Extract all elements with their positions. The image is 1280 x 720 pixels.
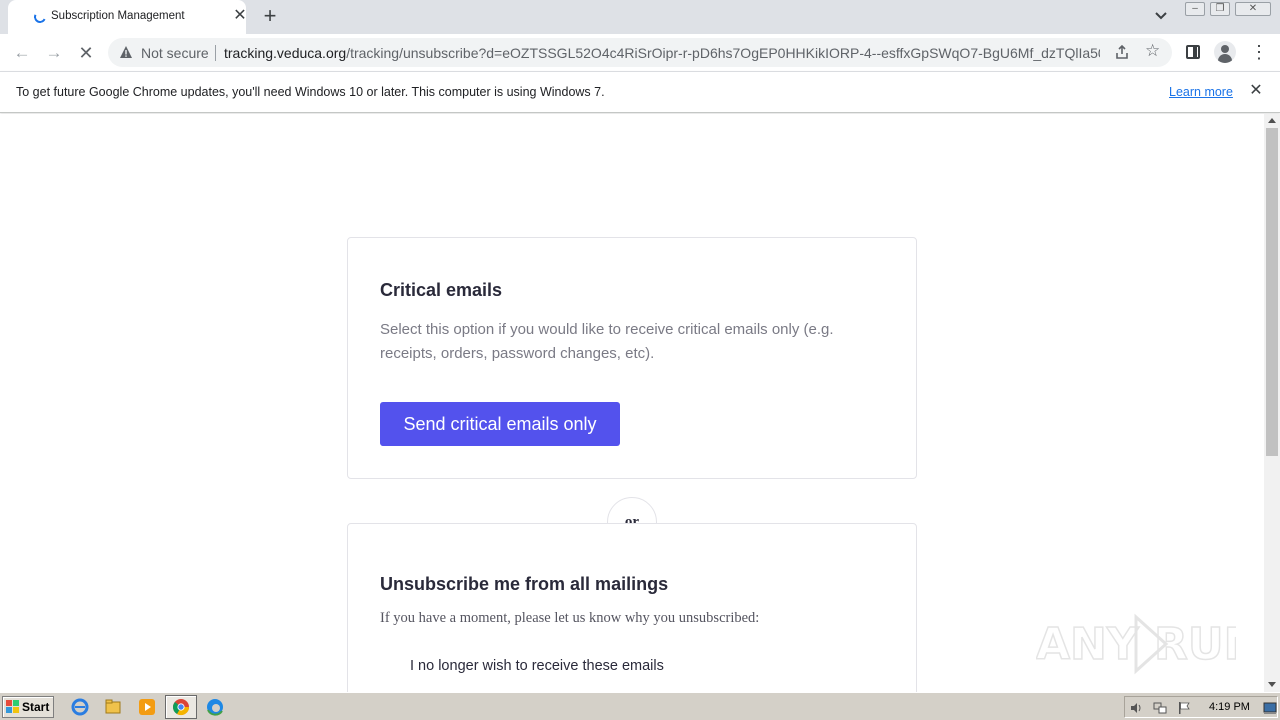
send-critical-emails-button[interactable]: Send critical emails only — [380, 402, 620, 446]
anyrun-watermark-logo: ANY RUN — [1036, 613, 1236, 675]
unsubscribe-prompt: If you have a moment, please let us know… — [380, 610, 760, 626]
critical-emails-card: Critical emails Select this option if yo… — [347, 237, 917, 479]
file-explorer-icon[interactable] — [104, 698, 122, 716]
kebab-menu-icon[interactable]: ⋮ — [1250, 41, 1268, 63]
system-tray: 4:19 PM — [1124, 696, 1278, 718]
scroll-down-arrow-icon[interactable] — [1268, 682, 1276, 687]
page-viewport: Critical emails Select this option if yo… — [0, 114, 1264, 692]
start-label: Start — [22, 700, 50, 714]
learn-more-link[interactable]: Learn more — [1169, 85, 1233, 99]
share-icon[interactable] — [1114, 44, 1130, 60]
security-status-label[interactable]: Not secure — [141, 45, 209, 61]
start-button[interactable]: Start — [2, 696, 54, 718]
back-arrow-icon[interactable]: ← — [11, 42, 33, 64]
chrome-icon — [172, 699, 190, 716]
media-player-icon[interactable] — [138, 698, 156, 716]
unsubscribe-card: Unsubscribe me from all mailings If you … — [347, 523, 917, 692]
svg-text:ANY: ANY — [1036, 619, 1140, 670]
infobar-close-icon[interactable]: ✕ — [1247, 81, 1265, 101]
unsubscribe-title: Unsubscribe me from all mailings — [380, 574, 669, 594]
speaker-icon[interactable] — [1129, 701, 1143, 715]
network-icon[interactable] — [1153, 701, 1167, 715]
window-close-button[interactable]: ✕ — [1235, 2, 1271, 16]
internet-explorer-icon[interactable] — [71, 698, 89, 716]
tab-search-chevron-icon[interactable] — [1151, 6, 1171, 26]
loading-spinner-icon — [32, 9, 48, 25]
bookmark-star-icon[interactable]: ☆ — [1145, 41, 1160, 61]
windows-taskbar: Start 4:19 PM — [0, 692, 1280, 720]
chrome-taskbar-button[interactable] — [165, 695, 197, 719]
url-path: /tracking/unsubscribe?d=eOZTSSGL52O4c4Ri… — [346, 45, 1100, 61]
warning-triangle-icon[interactable] — [119, 45, 133, 59]
new-tab-icon[interactable]: + — [260, 5, 280, 27]
windows-logo-icon — [6, 700, 19, 713]
svg-text:RUN: RUN — [1154, 619, 1236, 670]
taskbar-clock[interactable]: 4:19 PM — [1209, 701, 1250, 713]
show-desktop-icon[interactable] — [1263, 701, 1277, 715]
window-restore-button[interactable]: ❐ — [1210, 2, 1230, 16]
scrollbar-thumb[interactable] — [1266, 128, 1278, 456]
browser-toolbar: ← → ✕ Not secure tracking.veduca.org/tra… — [0, 34, 1280, 71]
profile-avatar-icon[interactable] — [1214, 41, 1236, 63]
update-infobar: To get future Google Chrome updates, you… — [0, 71, 1280, 113]
browser-tab[interactable]: Subscription Management ✕ — [8, 0, 248, 34]
critical-emails-description: Select this option if you would like to … — [380, 321, 834, 362]
tab-close-icon[interactable]: ✕ — [232, 7, 248, 25]
browser-tab-strip: Subscription Management ✕ + – ❐ ✕ — [0, 0, 1280, 34]
address-bar-divider — [215, 45, 216, 61]
address-bar[interactable]: Not secure tracking.veduca.org/tracking/… — [108, 38, 1172, 67]
infobar-message: To get future Google Chrome updates, you… — [16, 85, 605, 99]
critical-emails-title: Critical emails — [380, 280, 503, 300]
forward-arrow-icon[interactable]: → — [43, 42, 65, 64]
action-center-flag-icon[interactable] — [1177, 701, 1191, 715]
side-panel-icon[interactable] — [1186, 45, 1200, 59]
window-minimize-button[interactable]: – — [1185, 2, 1205, 16]
page-scrollbar[interactable] — [1264, 114, 1280, 692]
stop-loading-icon[interactable]: ✕ — [75, 42, 97, 64]
url-host: tracking.veduca.org — [224, 45, 347, 61]
url-text[interactable]: tracking.veduca.org/tracking/unsubscribe… — [224, 45, 1100, 61]
unsubscribe-reason-option[interactable]: I no longer wish to receive these emails — [410, 658, 664, 674]
tab-title: Subscription Management — [51, 10, 185, 22]
edge-icon[interactable] — [206, 698, 224, 716]
scroll-up-arrow-icon[interactable] — [1268, 118, 1276, 123]
